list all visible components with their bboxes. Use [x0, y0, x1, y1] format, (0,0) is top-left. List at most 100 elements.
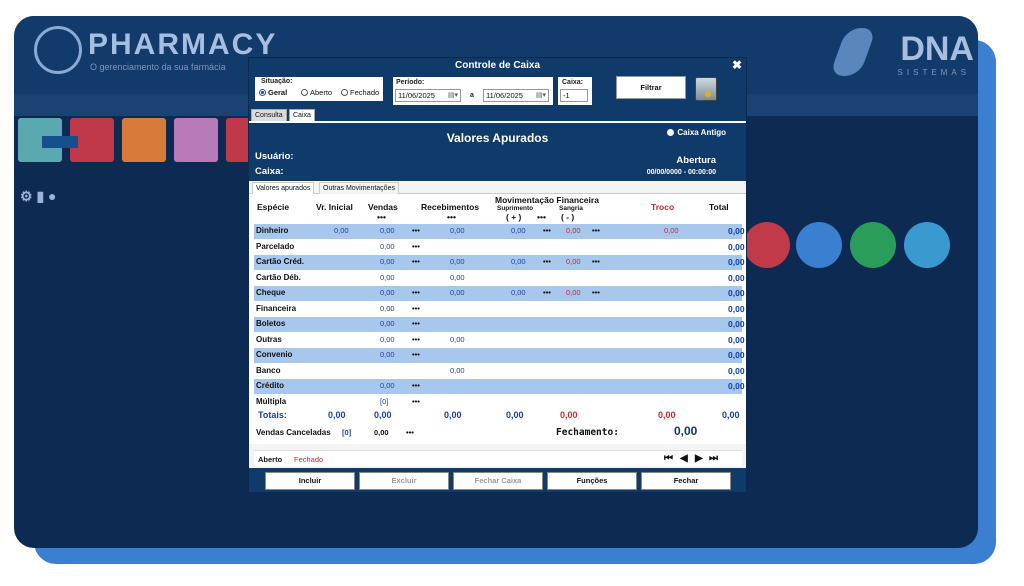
- caixa-input[interactable]: -1: [560, 89, 588, 102]
- date-to-input[interactable]: 11/06/2025 ▤▾: [483, 89, 549, 102]
- funcoes-button[interactable]: Funções: [547, 472, 637, 490]
- calendar-icon[interactable]: ▤▾: [448, 90, 458, 101]
- row-dots-icon[interactable]: •••: [543, 226, 551, 235]
- vendas-dots-icon[interactable]: •••: [377, 212, 386, 222]
- table-row[interactable]: Financeira 0,00 ••• 0,00: [254, 302, 745, 317]
- safe-icon[interactable]: [695, 77, 717, 101]
- row-dots-icon[interactable]: •••: [412, 242, 420, 251]
- transfer-icon[interactable]: [796, 222, 842, 268]
- first-icon[interactable]: ⏮: [664, 453, 673, 464]
- fechar-button[interactable]: Fechar: [641, 472, 731, 490]
- row-sang: 0,00: [566, 257, 581, 266]
- calendar-icon[interactable]: ▤▾: [536, 90, 546, 101]
- excluir-button[interactable]: Excluir: [359, 472, 449, 490]
- controle-caixa-dialog: Controle de Caixa ✖ Situação: Geral Aber…: [248, 57, 747, 492]
- table-row[interactable]: Banco 0,00 0,00: [254, 364, 745, 379]
- pharmacy-logo-sub: O gerenciamento da sua farmácia: [90, 62, 226, 72]
- last-icon[interactable]: ⏭: [709, 453, 718, 464]
- row-dots-icon[interactable]: •••: [412, 381, 420, 390]
- prev-icon[interactable]: ◀: [680, 453, 688, 464]
- row-dots-icon[interactable]: •••: [592, 257, 600, 266]
- row-vr-inicial: 0,00: [334, 226, 349, 235]
- close-icon[interactable]: ✖: [732, 58, 742, 73]
- row-dots-icon[interactable]: •••: [412, 288, 420, 297]
- fechar-caixa-button[interactable]: Fechar Caixa: [453, 472, 543, 490]
- row-sup: 0,00: [511, 288, 526, 297]
- legend-aberto: Aberto: [258, 455, 283, 464]
- row-dots-icon[interactable]: •••: [412, 350, 420, 359]
- row-vendas: 0,00: [380, 288, 395, 297]
- caixa-label: Caixa:: [562, 79, 584, 86]
- caixa-antigo-radio[interactable]: Caixa Antigo: [667, 128, 726, 137]
- table-row[interactable]: Cheque 0,00 ••• 0,00 0,00 ••• 0,00 ••• 0,00: [254, 286, 745, 301]
- filter-bar: Situação: Geral Aberto Fechado Período: …: [249, 73, 746, 108]
- row-dots-icon[interactable]: •••: [543, 288, 551, 297]
- periodo-group: Período: 11/06/2025 ▤▾ a 11/06/2025 ▤▾: [393, 77, 553, 105]
- table-row[interactable]: Convenio 0,00 ••• 0,00: [254, 348, 745, 363]
- header-especie: Espécie: [257, 202, 290, 212]
- chat-icon[interactable]: [904, 222, 950, 268]
- tab-consulta[interactable]: Consulta: [251, 109, 287, 121]
- row-especie: Crédito: [256, 381, 284, 390]
- row-vendas: 0,00: [380, 226, 395, 235]
- table-row[interactable]: Crédito 0,00 ••• 0,00: [254, 379, 745, 394]
- incluir-button[interactable]: Incluir: [265, 472, 355, 490]
- table-row[interactable]: Outras 0,00 ••• 0,00 0,00: [254, 333, 745, 348]
- suprimento-dots-icon[interactable]: •••: [537, 212, 546, 222]
- usuario-label: Usuário:: [255, 151, 294, 162]
- row-dots-icon[interactable]: •••: [592, 226, 600, 235]
- button-bar: Incluir Excluir Fechar Caixa Funções Fec…: [249, 468, 746, 492]
- row-total: 0,00: [728, 319, 745, 329]
- row-dots-icon[interactable]: •••: [412, 304, 420, 313]
- row-dots-icon[interactable]: •••: [412, 226, 420, 235]
- caixa-info-label: Caixa:: [255, 166, 284, 177]
- totals-suprimento: 0,00: [506, 410, 524, 420]
- row-dots-icon[interactable]: •••: [412, 257, 420, 266]
- row-especie: Financeira: [256, 303, 297, 313]
- row-total: 0,00: [728, 272, 745, 283]
- table-row[interactable]: Cartão Déb. 0,00 0,00 0,00: [254, 271, 745, 286]
- row-sang: 0,00: [566, 226, 581, 235]
- row-receb: 0,00: [450, 257, 465, 266]
- action-circle-icon[interactable]: [744, 222, 790, 268]
- row-dots-icon[interactable]: •••: [592, 288, 600, 297]
- row-dots-icon[interactable]: •••: [412, 335, 420, 344]
- table-row[interactable]: Boletos 0,00 ••• 0,00: [254, 317, 745, 332]
- next-icon[interactable]: ▶: [695, 453, 703, 464]
- row-dots-icon[interactable]: •••: [412, 397, 420, 406]
- tab-caixa[interactable]: Caixa: [289, 109, 315, 121]
- totals-troco: 0,00: [658, 410, 676, 420]
- table-row[interactable]: Parcelado 0,00 ••• 0,00: [254, 240, 745, 255]
- radio-aberto[interactable]: Aberto: [301, 88, 332, 97]
- dna-logo: DNA: [900, 30, 974, 68]
- header-total: Total: [709, 202, 729, 212]
- tab-valores-apurados[interactable]: Valores apurados: [252, 182, 315, 194]
- canceladas-dots-icon[interactable]: •••: [406, 428, 414, 437]
- radio-aberto-dot: [301, 89, 308, 96]
- legend-bar: Aberto Fechado ⏮ ◀ ▶ ⏭: [254, 450, 742, 466]
- whatsapp-icon[interactable]: [850, 222, 896, 268]
- tile-icon[interactable]: [174, 118, 218, 162]
- row-dots-icon[interactable]: •••: [543, 257, 551, 266]
- table-row[interactable]: Múltipla [0] •••: [254, 395, 742, 410]
- table-row[interactable]: Cartão Créd. 0,00 ••• 0,00 0,00 ••• 0,00 ••• 0,0…: [254, 255, 745, 270]
- row-sang: 0,00: [566, 288, 581, 297]
- abertura-label: Abertura: [676, 155, 716, 166]
- recebimentos-dots-icon[interactable]: •••: [447, 212, 456, 222]
- tab-outras-movimentacoes[interactable]: Outras Movimentações: [319, 182, 399, 194]
- date-from-input[interactable]: 11/06/2025 ▤▾: [395, 89, 461, 102]
- table-row[interactable]: Dinheiro 0,00 0,00 ••• 0,00 0,00 ••• 0,00 ••• 0,0…: [254, 224, 745, 239]
- filtrar-button[interactable]: Filtrar: [616, 76, 686, 99]
- row-vendas: 0,00: [380, 381, 395, 390]
- row-dots-icon[interactable]: •••: [412, 319, 420, 328]
- tile-icon[interactable]: [122, 118, 166, 162]
- pharmacy-logo-icon: [34, 26, 82, 74]
- row-receb: 0,00: [450, 365, 465, 375]
- row-especie: Dinheiro: [256, 226, 289, 235]
- row-receb: 0,00: [450, 226, 465, 235]
- caixa-antigo-dot: [667, 129, 675, 136]
- radio-geral[interactable]: Geral: [259, 88, 287, 97]
- radio-fechado[interactable]: Fechado: [341, 88, 379, 97]
- radio-fechado-dot: [341, 89, 348, 96]
- row-especie: Outras: [256, 334, 282, 344]
